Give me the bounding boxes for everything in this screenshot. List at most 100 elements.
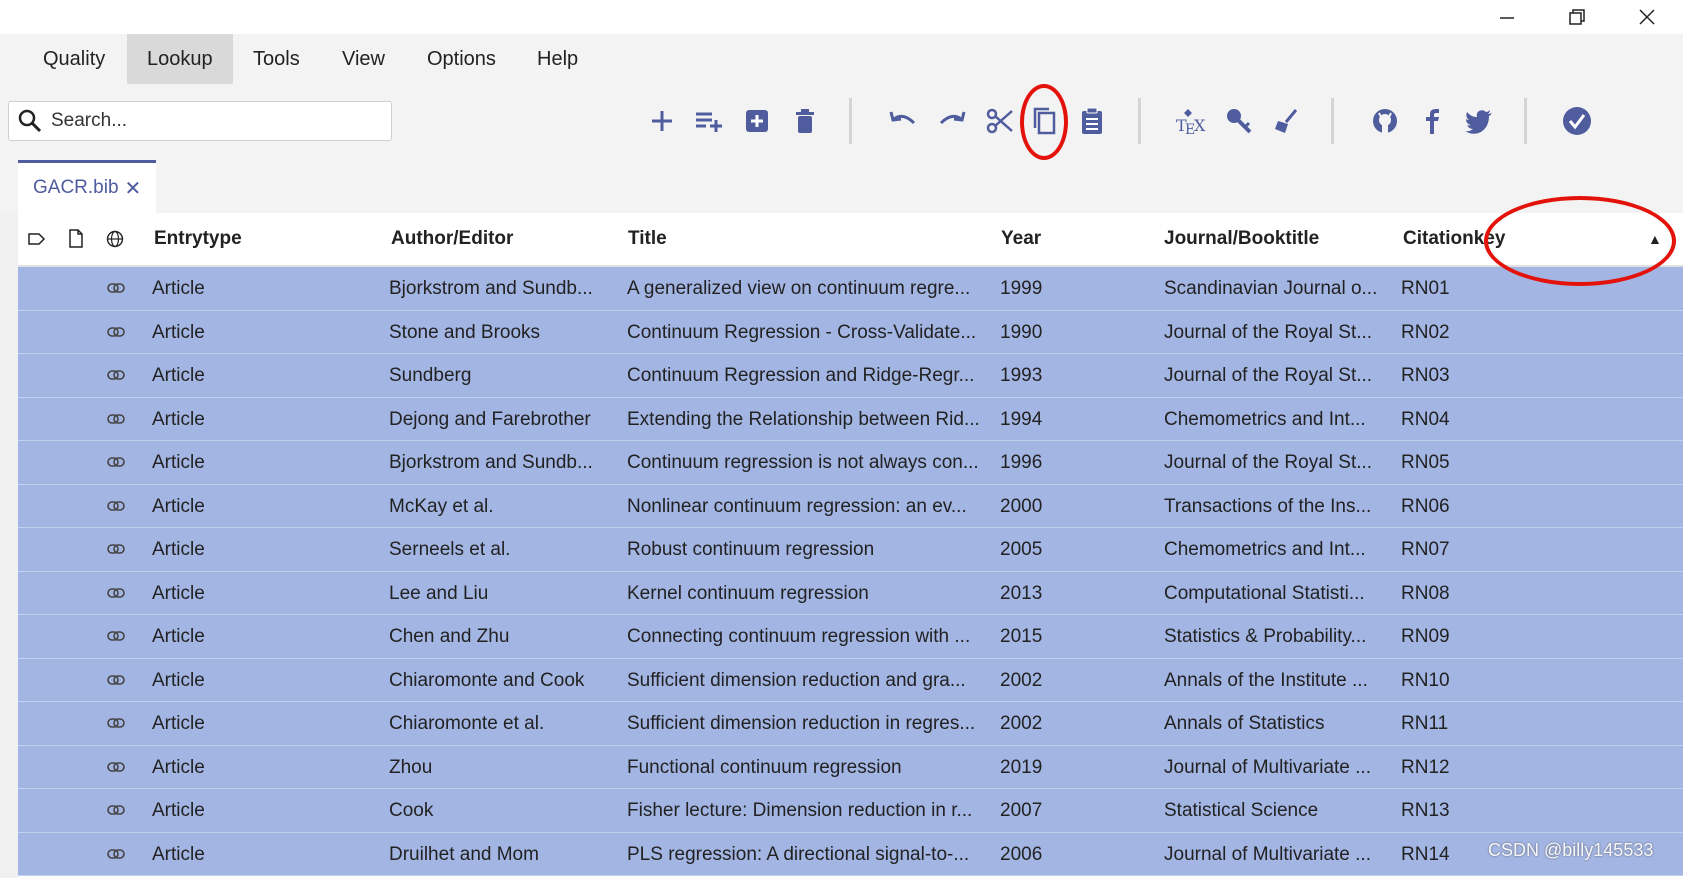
entry-table: Entrytype Author/Editor Title Year Journ…	[18, 213, 1683, 878]
cell-year: 1999	[1000, 278, 1043, 299]
minimize-button[interactable]	[1482, 0, 1532, 34]
tex-button[interactable]: TEX	[1170, 100, 1212, 142]
github-button[interactable]	[1364, 100, 1406, 142]
cell-year: 1990	[1000, 321, 1043, 343]
restore-icon	[1569, 9, 1585, 25]
menu-help[interactable]: Help	[517, 34, 598, 84]
toolbar-separator	[1138, 98, 1141, 144]
table-row[interactable]: Article Sundberg Continuum Regression and …	[18, 354, 1683, 398]
cut-button[interactable]	[979, 100, 1021, 142]
cell-author: Druilhet and Mom	[389, 843, 539, 865]
table-row[interactable]: Article Zhou Functional continuum regressi…	[18, 745, 1683, 789]
table-row[interactable]: Article Serneels et al. Robust continuum r…	[18, 528, 1683, 572]
sort-ascending-icon[interactable]: ▲	[1648, 213, 1662, 265]
search-input[interactable]	[49, 109, 373, 133]
cell-author: Bjorkstrom and Sundb...	[389, 278, 593, 299]
menu-view[interactable]: View	[322, 34, 405, 84]
paste-button[interactable]	[1071, 100, 1113, 142]
cell-year: 1996	[1000, 452, 1043, 473]
cell-entrytype: Article	[152, 321, 205, 343]
menu-options[interactable]: Options	[407, 34, 516, 84]
cell-author: Chen and Zhu	[389, 626, 510, 647]
link-icon[interactable]	[107, 803, 125, 817]
undo-button[interactable]	[882, 100, 924, 142]
table-row[interactable]: Article Cook Fisher lecture: Dimension red…	[18, 789, 1683, 833]
link-icon[interactable]	[107, 760, 125, 774]
table-row[interactable]: Article Bjorkstrom and Sundb... A generali…	[18, 267, 1683, 311]
cell-journal: Computational Statisti...	[1164, 582, 1365, 604]
tab-label: GACR.bib	[33, 177, 119, 198]
menu-tools[interactable]: Tools	[233, 34, 320, 84]
restore-button[interactable]	[1552, 0, 1602, 34]
file-icon[interactable]	[68, 229, 84, 249]
link-icon[interactable]	[107, 673, 125, 687]
group-icon[interactable]	[28, 231, 46, 247]
cell-citationkey: RN09	[1401, 626, 1450, 647]
table-row[interactable]: Article Stone and Brooks Continuum Regress…	[18, 310, 1683, 354]
column-entrytype[interactable]: Entrytype	[154, 213, 242, 265]
redo-icon	[939, 111, 966, 125]
table-row[interactable]: Article Chen and Zhu Connecting continuum …	[18, 615, 1683, 659]
cell-author: Chiaromonte et al.	[389, 713, 545, 734]
link-icon[interactable]	[107, 281, 125, 295]
column-title[interactable]: Title	[628, 213, 667, 265]
table-row[interactable]: Article Bjorkstrom and Sundb... Continuum …	[18, 441, 1683, 485]
title-bar	[0, 0, 1683, 34]
copy-button[interactable]	[1023, 100, 1065, 142]
column-year[interactable]: Year	[1001, 213, 1041, 265]
table-row[interactable]: Article Dejong and Farebrother Extending t…	[18, 397, 1683, 441]
key-button[interactable]	[1218, 100, 1260, 142]
toolbar-separator	[849, 98, 852, 144]
link-icon[interactable]	[107, 716, 125, 730]
table-row[interactable]: Article McKay et al. Nonlinear continuum r…	[18, 484, 1683, 528]
cell-entrytype: Article	[152, 539, 205, 560]
svg-text:X: X	[1194, 116, 1206, 135]
link-icon[interactable]	[107, 629, 125, 643]
twitter-button[interactable]	[1458, 100, 1500, 142]
column-citationkey[interactable]: Citationkey	[1403, 213, 1505, 265]
table-row[interactable]: Article Chiaromonte et al. Sufficient dime…	[18, 702, 1683, 746]
cell-author: Cook	[389, 800, 434, 821]
close-window-button[interactable]	[1622, 0, 1672, 34]
cell-title: Continuum Regression - Cross-Validate...	[627, 321, 977, 343]
tab-gacr-bib[interactable]: GACR.bib ✕	[18, 160, 156, 213]
link-icon[interactable]	[107, 455, 125, 469]
cell-citationkey: RN08	[1401, 582, 1450, 604]
link-icon[interactable]	[107, 847, 125, 861]
cell-entrytype: Article	[152, 626, 205, 647]
link-icon[interactable]	[107, 325, 125, 339]
menu-quality[interactable]: Quality	[23, 34, 125, 84]
check-button[interactable]	[1556, 100, 1598, 142]
link-icon[interactable]	[107, 542, 125, 556]
minimize-icon	[1500, 17, 1514, 19]
add-box-button[interactable]	[736, 100, 778, 142]
add-entry-button[interactable]	[641, 100, 683, 142]
cell-citationkey: RN14	[1401, 843, 1450, 865]
cell-entrytype: Article	[152, 713, 205, 734]
cell-title: A generalized view on continuum regre...	[627, 278, 971, 299]
cell-entrytype: Article	[152, 669, 205, 691]
cell-title: Nonlinear continuum regression: an ev...	[627, 495, 967, 517]
link-icon[interactable]	[107, 586, 125, 600]
globe-icon[interactable]	[106, 230, 124, 248]
close-tab-icon[interactable]: ✕	[125, 176, 142, 201]
column-journal[interactable]: Journal/Booktitle	[1164, 213, 1319, 265]
check-icon	[1563, 107, 1591, 135]
delete-button[interactable]	[784, 100, 826, 142]
cell-entrytype: Article	[152, 365, 205, 386]
table-row[interactable]: Article Lee and Liu Kernel continuum regre…	[18, 571, 1683, 615]
add-list-button[interactable]	[688, 100, 730, 142]
table-row[interactable]: Article Druilhet and Mom PLS regression: A…	[18, 832, 1683, 876]
facebook-button[interactable]	[1411, 100, 1453, 142]
menu-lookup[interactable]: Lookup	[127, 34, 233, 84]
link-icon[interactable]	[107, 499, 125, 513]
cell-year: 2006	[1000, 843, 1043, 865]
link-icon[interactable]	[107, 412, 125, 426]
column-author[interactable]: Author/Editor	[391, 213, 513, 265]
cell-title: Kernel continuum regression	[627, 582, 869, 604]
link-icon[interactable]	[107, 368, 125, 382]
cleanup-button[interactable]	[1265, 100, 1307, 142]
cell-entrytype: Article	[152, 495, 205, 517]
redo-button[interactable]	[931, 100, 973, 142]
table-row[interactable]: Article Chiaromonte and Cook Sufficient di…	[18, 658, 1683, 702]
